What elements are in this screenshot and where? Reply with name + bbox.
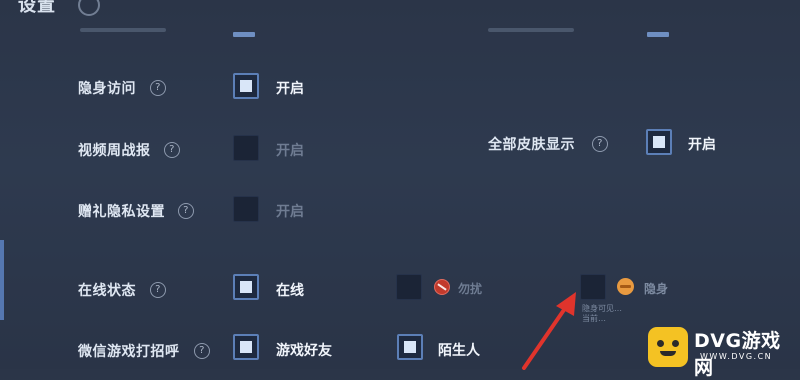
checkbox-partial[interactable] xyxy=(233,32,255,37)
help-icon[interactable]: ? xyxy=(588,132,612,156)
watermark-url: WWW.DVG.CN xyxy=(700,352,773,361)
scroll-indicator xyxy=(0,240,4,320)
help-icon[interactable]: ? xyxy=(190,339,214,363)
blurred-row-label xyxy=(80,28,166,32)
help-icon[interactable]: ? xyxy=(146,278,170,302)
gift-privacy-checkbox[interactable] xyxy=(233,196,259,222)
greet-friends-checkbox[interactable] xyxy=(233,334,259,360)
do-not-disturb-icon xyxy=(434,279,450,295)
greet-friends-option: 游戏好友 xyxy=(276,343,332,359)
stealth-visit-checkbox[interactable] xyxy=(233,73,259,99)
greet-strangers-checkbox[interactable] xyxy=(397,334,423,360)
status-invisible-option: 隐身 xyxy=(644,282,669,296)
annotation-arrow xyxy=(522,292,576,370)
online-status-label: 在线状态 xyxy=(78,283,136,299)
video-weekly-checkbox[interactable] xyxy=(233,135,259,161)
logo-icon xyxy=(648,327,688,367)
invisible-tip: 隐身可见… 当前… xyxy=(582,304,622,323)
stealth-visit-option: 开启 xyxy=(276,81,304,97)
gift-privacy-label: 赠礼隐私设置 xyxy=(78,204,165,220)
status-dnd-option: 勿扰 xyxy=(458,282,483,296)
gift-privacy-option: 开启 xyxy=(276,204,304,220)
all-skins-option: 开启 xyxy=(688,137,716,153)
wechat-greet-label: 微信游戏打招呼 xyxy=(78,344,180,360)
help-icon[interactable]: ? xyxy=(146,76,170,100)
status-dnd-checkbox[interactable] xyxy=(396,274,422,300)
video-weekly-option: 开启 xyxy=(276,143,304,159)
video-weekly-label: 视频周战报 xyxy=(78,143,151,159)
help-icon[interactable] xyxy=(73,0,105,21)
status-online-checkbox[interactable] xyxy=(233,274,259,300)
stealth-visit-label: 隐身访问 xyxy=(78,81,136,97)
all-skins-checkbox[interactable] xyxy=(646,129,672,155)
page-title: 设置 xyxy=(18,0,56,16)
checkbox-partial-right[interactable] xyxy=(647,32,669,37)
help-icon[interactable]: ? xyxy=(160,138,184,162)
invisible-icon xyxy=(617,278,634,295)
all-skins-label: 全部皮肤显示 xyxy=(488,137,575,153)
blurred-row-label-right xyxy=(488,28,574,32)
help-icon[interactable]: ? xyxy=(174,199,198,223)
greet-strangers-option: 陌生人 xyxy=(438,343,480,359)
status-online-option: 在线 xyxy=(276,283,304,299)
